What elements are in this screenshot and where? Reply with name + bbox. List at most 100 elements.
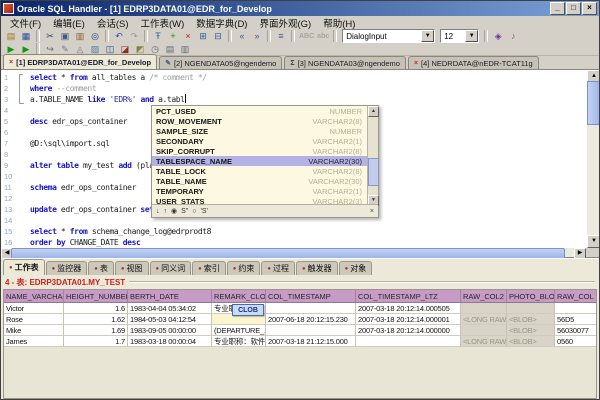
grid-cell[interactable]: <BLOB> [507,336,555,347]
font-size-select[interactable]: 12 ▼ [440,29,480,43]
grid-cell[interactable] [266,303,356,314]
add-row-icon[interactable]: + [166,30,180,43]
radio-on-icon[interactable]: ◉ [171,207,177,215]
grid-cell[interactable]: (DEPARTURE_... [212,325,266,336]
object-tab-9[interactable]: ● 触发器 [296,261,338,275]
autocomplete-item[interactable]: TEMPORARY VARCHAR2(1) [152,186,378,196]
log-icon[interactable]: ▥ [178,43,192,56]
grid-cell[interactable]: <BLOB> [507,314,555,325]
autocomplete-item[interactable]: TABLESPACE_NAME VARCHAR2(30) [152,156,378,166]
menu-item[interactable]: 会话(S) [91,16,135,30]
save-icon[interactable]: ▦ [19,30,33,43]
scroll-up-icon[interactable]: ▲ [368,106,379,117]
line-select-icon[interactable]: ≡ [274,30,288,43]
grid-cell[interactable] [356,336,461,347]
keyword-help-icon[interactable]: ◈ [491,30,505,43]
menu-item[interactable]: 编辑(E) [47,16,91,30]
undo-icon[interactable]: ↶ [112,30,126,43]
autocomplete-item[interactable]: ROW_MOVEMENT VARCHAR2(8) [152,116,378,126]
grid-cell[interactable]: 专业职称：软件... [212,336,266,347]
grid-cell[interactable]: 56D5 [555,314,596,325]
popup-scrollbar[interactable]: ▲ ▼ [367,106,379,206]
outdent-icon[interactable]: « [235,30,249,43]
object-tab-2[interactable]: ● 监控器 [45,261,88,275]
grid-cell[interactable]: 1984-05-03 04:12:54 [128,314,212,325]
column-header[interactable]: PHOTO_BLOB [507,290,555,303]
grid-cell[interactable]: 1983-09-05 00:00:00 [128,325,212,336]
grid-cell[interactable]: Victor [4,303,64,314]
grid-cell[interactable]: Mike [4,325,64,336]
copy-icon[interactable]: ▣ [58,30,72,43]
clob-cell-button[interactable]: CLOB [232,304,264,316]
autocomplete-item[interactable]: TABLE_NAME VARCHAR2(30) [152,176,378,186]
indent-icon[interactable]: » [250,30,264,43]
grid-cell[interactable]: 1.7 [64,336,128,347]
grid-cell[interactable] [461,325,507,336]
grid-cell[interactable]: <LONG RAW> [461,314,507,325]
popup-scroll-thumb[interactable] [368,158,379,186]
grid-cell[interactable] [266,325,356,336]
scroll-down-icon[interactable]: ▼ [587,235,599,248]
column-header[interactable]: HEIGHT_NUMBER▲ [64,290,128,303]
radio-off-icon[interactable]: ○ [192,208,196,215]
grid-cell[interactable]: Rose [4,314,64,325]
autocomplete-item[interactable]: SAMPLE_SIZE NUMBER [152,126,378,136]
column-header[interactable]: BERTH_DATE [128,290,212,303]
object-tab-7[interactable]: ● 约束 [226,261,261,275]
grid-cell[interactable]: 2007-03-18 20:12:14.000505 [356,303,461,314]
font-select[interactable]: DialogInput ▼ [342,29,436,43]
delete-col-icon[interactable]: ⊟ [211,30,225,43]
object-tab-3[interactable]: ● 表 [88,261,114,275]
menu-item[interactable]: 工作表(W) [134,16,190,30]
menu-item[interactable]: 文件(F) [4,16,47,30]
vertical-scroll-thumb[interactable] [587,81,599,125]
session-tab[interactable]: × [4] NEDRDATA@nEDR-TCAT11g [407,56,539,69]
insert-col-icon[interactable]: ⊞ [196,30,210,43]
open-icon[interactable]: ▤ [4,30,18,43]
column-header[interactable]: NAME_VARCHAR2 [4,290,64,303]
autocomplete-item[interactable]: PCT_USED NUMBER [152,106,378,116]
autocomplete-item[interactable]: TABLE_LOCK VARCHAR2(8) [152,166,378,176]
format-icon[interactable]: Ŧ [151,30,165,43]
grid-cell[interactable]: <LONG RAW> [461,336,507,347]
session-tab[interactable]: × [1] EDRP3DATA01@EDR_for_Develop [3,54,158,69]
grid-cell[interactable]: 56030077 [555,325,596,336]
object-tab-10[interactable]: ● 对象 [338,261,373,275]
sound-icon[interactable]: ♪ [506,30,520,43]
grid-cell[interactable]: 2007-03-18 20:12:14.000000 [356,325,461,336]
cut-icon[interactable]: ✂ [43,30,57,43]
close-button[interactable]: × [582,2,597,15]
object-tab-1[interactable]: ● 工作表 [3,259,45,275]
uppercase-icon[interactable]: ABC [298,30,315,43]
column-header[interactable]: RAW_COL [555,290,596,303]
grid-cell[interactable]: 1.6 [64,303,128,314]
autocomplete-item[interactable]: SKIP_CORRUPT VARCHAR2(8) [152,146,378,156]
object-tab-5[interactable]: ● 同义词 [149,261,192,275]
session-tab[interactable]: Σ [3] NGENDATA03@ngendemo [284,56,406,69]
column-header[interactable]: COL_TIMESTAMP_LTZ [356,290,461,303]
grid-cell[interactable]: 1.62 [64,314,128,325]
grid-cell[interactable]: <BLOB> [507,325,555,336]
grid-cell[interactable]: 1.69 [64,325,128,336]
grid-cell[interactable] [507,303,555,314]
grid-cell[interactable] [461,303,507,314]
object-tab-8[interactable]: ● 过程 [261,261,295,275]
chevron-down-icon[interactable]: ▼ [421,30,435,42]
chevron-down-icon[interactable]: ▼ [465,30,479,42]
grid-cell[interactable]: 2007-03-18 21:12:15.000 [266,336,356,347]
grid-cell[interactable]: James [4,336,64,347]
maximize-button[interactable]: □ [566,2,581,15]
print-icon[interactable]: ▤ [163,43,177,56]
menu-item[interactable]: 数据字典(D) [190,16,253,30]
move-up-icon[interactable]: ↑ [164,208,168,215]
object-tab-6[interactable]: ● 索引 [192,261,226,275]
editor-vertical-scrollbar[interactable]: ▲ ▼ [587,70,599,248]
column-header[interactable]: REMARK_CLOB [212,290,266,303]
minimize-button[interactable]: _ [550,2,565,15]
grid-cell[interactable]: 0560 [555,336,596,347]
column-header[interactable]: RAW_COL2 [461,290,507,303]
paste-icon[interactable]: ▥ [73,30,87,43]
grid-cell[interactable] [555,303,596,314]
object-tab-4[interactable]: ● 视图 [114,261,149,275]
menu-item[interactable]: 帮助(H) [317,16,361,30]
